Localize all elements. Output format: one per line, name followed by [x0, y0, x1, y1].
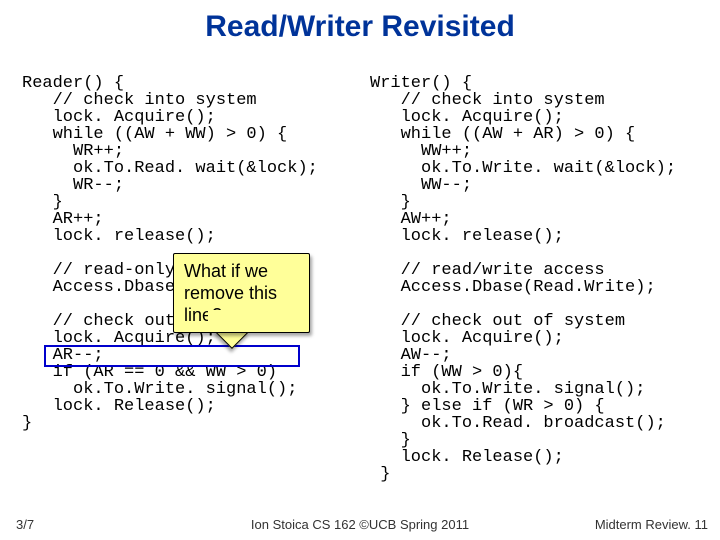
footer-right: Midterm Review. 11 — [595, 517, 708, 532]
callout-line1: What if we — [184, 260, 299, 282]
callout-tail-mask — [208, 310, 244, 330]
page-title: Read/Writer Revisited — [0, 0, 720, 58]
footer-page: 3/7 — [16, 517, 34, 532]
writer-code: Writer() { // check into system lock. Ac… — [370, 75, 710, 483]
code-area: Reader() { // check into system lock. Ac… — [0, 58, 720, 478]
footer: 3/7 Ion Stoica CS 162 ©UCB Spring 2011 M… — [0, 517, 720, 532]
callout-line2: remove this — [184, 282, 299, 304]
